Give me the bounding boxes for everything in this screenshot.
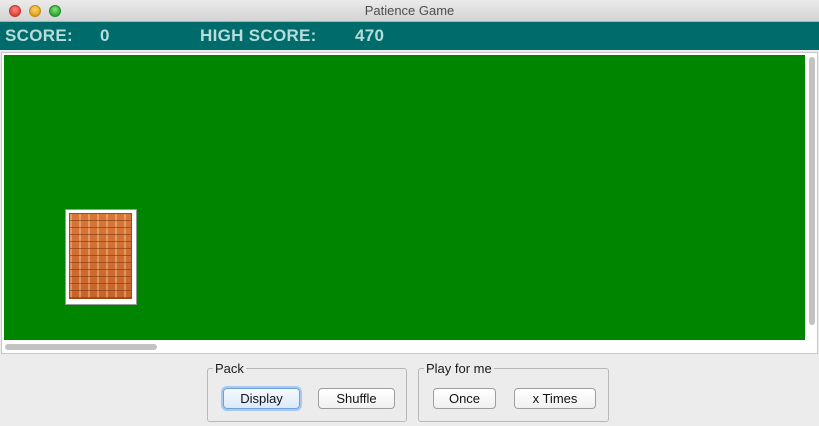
window-title: Patience Game [364, 3, 455, 18]
patience-game-window: Patience Game SCORE: 0 HIGH SCORE: 470 P… [0, 0, 819, 426]
game-table-scroll-pane [1, 52, 818, 354]
x-times-button[interactable]: x Times [514, 388, 596, 409]
vertical-scrollbar[interactable] [807, 55, 816, 340]
game-table-felt[interactable] [4, 55, 805, 340]
deck-card-back[interactable] [65, 209, 137, 305]
score-value: 0 [100, 26, 110, 45]
card-back-pattern [69, 213, 132, 299]
horizontal-scroll-thumb[interactable] [5, 344, 157, 350]
score-label: SCORE: [5, 26, 73, 45]
shuffle-button[interactable]: Shuffle [318, 388, 395, 409]
display-button[interactable]: Display [223, 388, 300, 409]
pack-group: Pack Display Shuffle [207, 361, 407, 422]
pack-group-label: Pack [213, 361, 246, 376]
high-score-label: HIGH SCORE: [200, 26, 317, 45]
horizontal-scrollbar[interactable] [4, 341, 805, 352]
once-button[interactable]: Once [433, 388, 496, 409]
title-bar[interactable]: Patience Game [0, 0, 819, 22]
score-bar: SCORE: 0 HIGH SCORE: 470 [0, 22, 819, 50]
vertical-scroll-thumb[interactable] [809, 57, 815, 325]
high-score-value: 470 [355, 26, 385, 45]
play-for-me-group: Play for me Once x Times [418, 361, 609, 422]
play-for-me-group-label: Play for me [424, 361, 494, 376]
